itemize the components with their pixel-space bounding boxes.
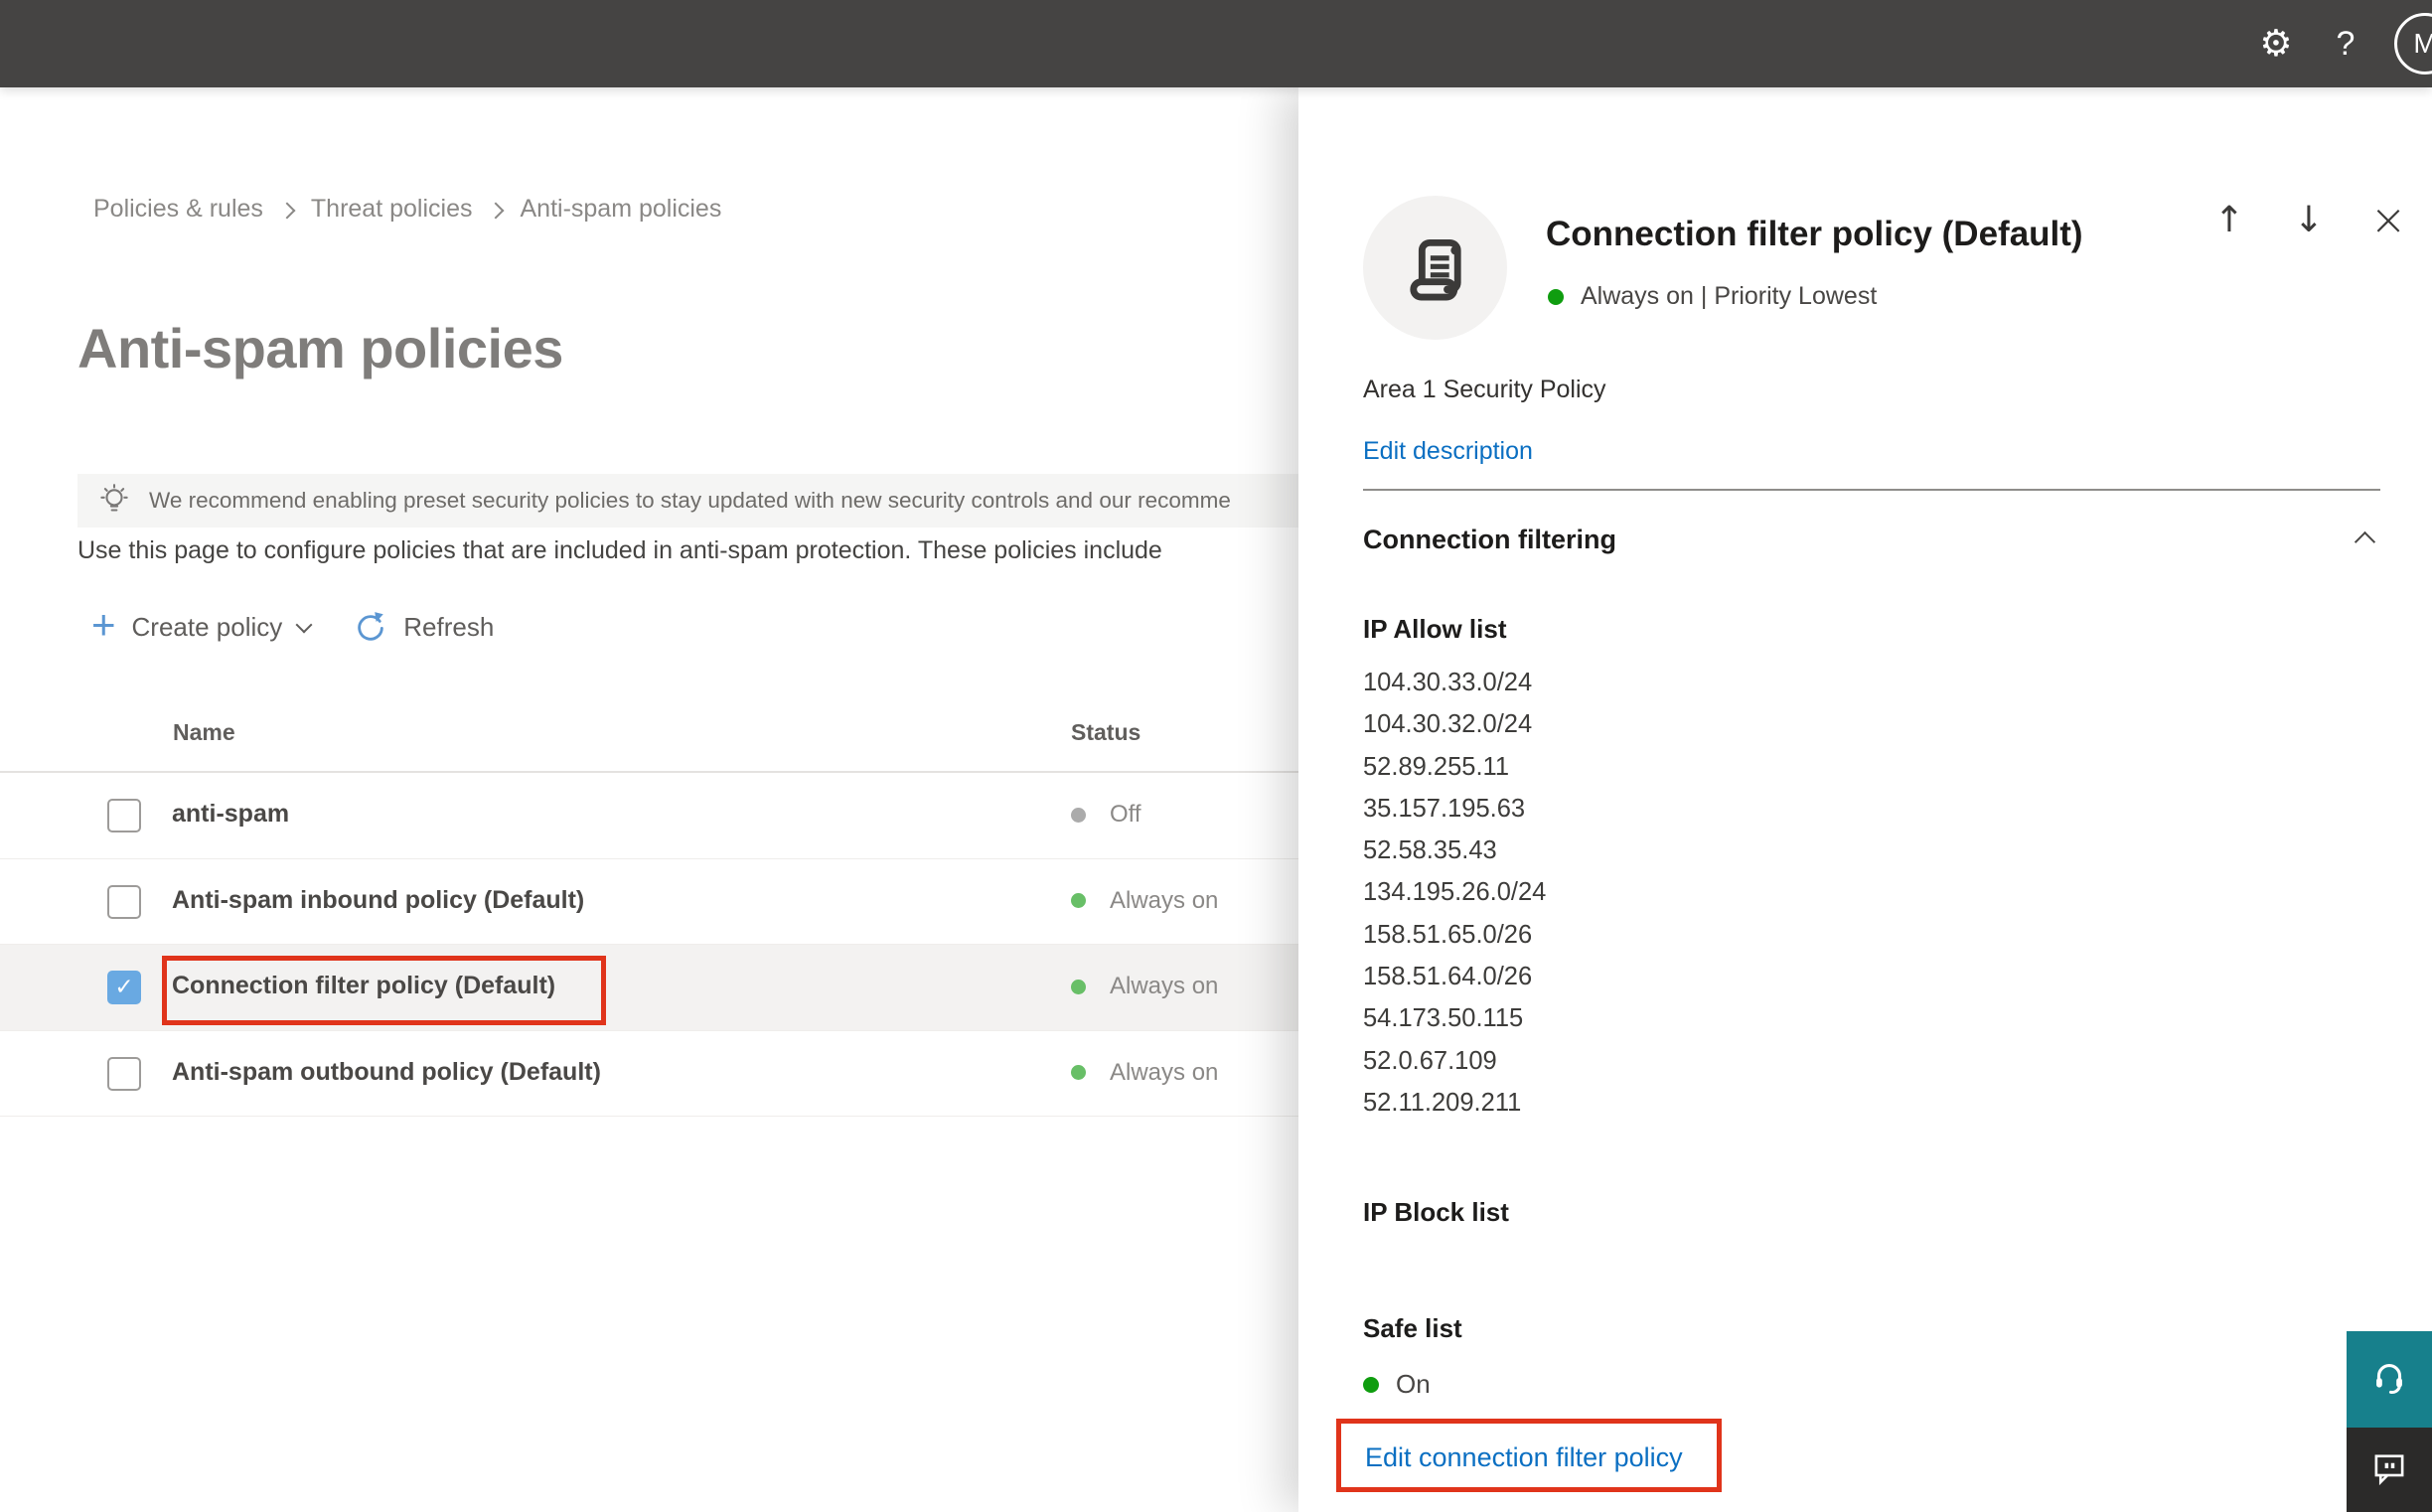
policy-scroll-icon bbox=[1363, 196, 1507, 340]
table-row[interactable]: Anti-spam inbound policy (Default) Alway… bbox=[0, 858, 1391, 945]
ip-block-list-label: IP Block list bbox=[1363, 1197, 1509, 1227]
refresh-icon bbox=[354, 610, 387, 644]
status-label: Always on bbox=[1110, 973, 1219, 999]
policy-name: anti-spam bbox=[172, 800, 290, 828]
ip-address: 52.11.209.211 bbox=[1363, 1088, 1522, 1117]
details-flyout-panel: ↑ ↓ × Connection filter policy (Default)… bbox=[1298, 87, 2432, 1512]
safe-list-status-label: On bbox=[1396, 1369, 1431, 1399]
help-icon[interactable]: ? bbox=[2311, 0, 2380, 87]
account-avatar[interactable]: M bbox=[2394, 13, 2432, 75]
edit-description-link[interactable]: Edit description bbox=[1363, 437, 1533, 466]
status-label: Always on bbox=[1110, 1058, 1219, 1086]
status-priority-label: Always on | Priority Lowest bbox=[1581, 282, 1878, 310]
chevron-up-icon[interactable] bbox=[2354, 530, 2376, 553]
safe-list-label: Safe list bbox=[1363, 1313, 1462, 1343]
close-panel-button[interactable]: × bbox=[2366, 199, 2410, 242]
policy-status: Always on bbox=[1071, 887, 1218, 915]
ip-address: 158.51.65.0/26 bbox=[1363, 920, 1533, 949]
feedback-chat-button[interactable] bbox=[2347, 1428, 2432, 1512]
lightbulb-icon bbox=[95, 482, 133, 520]
policy-description: Area 1 Security Policy bbox=[1363, 376, 1606, 403]
row-checkbox[interactable] bbox=[107, 1056, 141, 1091]
page-title: Anti-spam policies bbox=[77, 317, 563, 379]
refresh-button[interactable]: Refresh bbox=[354, 610, 494, 644]
panel-status-line: Always on | Priority Lowest bbox=[1548, 282, 1877, 311]
policy-name: Anti-spam inbound policy (Default) bbox=[172, 885, 585, 914]
create-policy-button[interactable]: + Create policy bbox=[91, 604, 313, 646]
status-label: Off bbox=[1110, 801, 1141, 828]
policies-table: Name Status anti-spam Off Anti-spam inbo… bbox=[0, 705, 1391, 1117]
policy-status: Off bbox=[1071, 801, 1141, 829]
column-header-status[interactable]: Status bbox=[1071, 719, 1140, 746]
screen: ⚙ ? M Policies & rules Threat policies A… bbox=[0, 0, 2432, 1512]
status-dot bbox=[1548, 288, 1564, 305]
support-headset-button[interactable] bbox=[2347, 1331, 2432, 1428]
policy-status: Always on bbox=[1071, 1059, 1218, 1087]
row-checkbox[interactable]: ✓ bbox=[107, 971, 141, 1004]
feedback-chat-icon bbox=[2368, 1447, 2410, 1492]
status-dot bbox=[1071, 807, 1086, 823]
table-header: Name Status bbox=[0, 705, 1391, 773]
ip-address: 52.58.35.43 bbox=[1363, 836, 1497, 865]
headset-icon bbox=[2366, 1355, 2412, 1404]
ip-address: 35.157.195.63 bbox=[1363, 794, 1526, 823]
check-icon: ✓ bbox=[114, 974, 134, 1000]
status-label: Always on bbox=[1110, 886, 1219, 914]
policy-name: Anti-spam outbound policy (Default) bbox=[172, 1057, 601, 1086]
safe-list-status: On bbox=[1363, 1369, 1431, 1400]
chevron-right-icon bbox=[278, 202, 296, 219]
settings-gear-icon[interactable]: ⚙ bbox=[2241, 0, 2311, 87]
ip-allow-list-label: IP Allow list bbox=[1363, 614, 1507, 644]
banner-text: We recommend enabling preset security po… bbox=[149, 488, 1231, 513]
policy-status: Always on bbox=[1071, 973, 1218, 1000]
row-checkbox[interactable] bbox=[107, 884, 141, 919]
next-item-button[interactable]: ↓ bbox=[2287, 199, 2331, 242]
status-dot bbox=[1363, 1376, 1379, 1393]
breadcrumb: Policies & rules Threat policies Anti-sp… bbox=[93, 195, 721, 224]
ip-address: 104.30.32.0/24 bbox=[1363, 710, 1533, 739]
panel-nav: ↑ ↓ × bbox=[2207, 199, 2410, 242]
row-checkbox[interactable] bbox=[107, 799, 141, 832]
previous-item-button[interactable]: ↑ bbox=[2207, 199, 2251, 242]
create-policy-label: Create policy bbox=[131, 611, 283, 642]
ip-address: 52.89.255.11 bbox=[1363, 752, 1509, 781]
status-dot bbox=[1071, 893, 1086, 908]
ip-address: 104.30.33.0/24 bbox=[1363, 669, 1533, 696]
ip-address: 158.51.64.0/26 bbox=[1363, 963, 1533, 991]
breadcrumb-policies-rules[interactable]: Policies & rules bbox=[93, 195, 263, 224]
chevron-right-icon bbox=[487, 202, 505, 219]
connection-filtering-section-header[interactable]: Connection filtering bbox=[1363, 525, 2380, 555]
ip-address: 52.0.67.109 bbox=[1363, 1046, 1497, 1075]
ip-address: 54.173.50.115 bbox=[1363, 1004, 1524, 1033]
ip-address: 134.195.26.0/24 bbox=[1363, 878, 1547, 907]
table-row[interactable]: anti-spam Off bbox=[0, 773, 1391, 859]
table-row-selected[interactable]: ✓ Connection filter policy (Default) Alw… bbox=[0, 945, 1391, 1031]
status-dot bbox=[1071, 1065, 1086, 1080]
ip-allow-list: 104.30.33.0/24 104.30.32.0/24 52.89.255.… bbox=[1363, 662, 1546, 1124]
table-row[interactable]: Anti-spam outbound policy (Default) Alwa… bbox=[0, 1030, 1391, 1117]
breadcrumb-anti-spam-policies[interactable]: Anti-spam policies bbox=[520, 195, 721, 224]
plus-icon: + bbox=[91, 601, 116, 648]
policy-name: Connection filter policy (Default) bbox=[172, 972, 556, 999]
section-title: Connection filtering bbox=[1363, 525, 1616, 554]
breadcrumb-threat-policies[interactable]: Threat policies bbox=[311, 195, 473, 224]
status-dot bbox=[1071, 979, 1086, 994]
edit-connection-filter-policy-link[interactable]: Edit connection filter policy bbox=[1365, 1442, 1683, 1473]
panel-title: Connection filter policy (Default) bbox=[1546, 215, 2083, 253]
divider bbox=[1363, 489, 2380, 491]
toolbar: + Create policy Refresh bbox=[91, 604, 494, 646]
refresh-label: Refresh bbox=[403, 611, 495, 642]
topbar: ⚙ ? M bbox=[0, 0, 2432, 87]
chevron-down-icon bbox=[295, 616, 313, 634]
column-header-name[interactable]: Name bbox=[173, 719, 235, 746]
